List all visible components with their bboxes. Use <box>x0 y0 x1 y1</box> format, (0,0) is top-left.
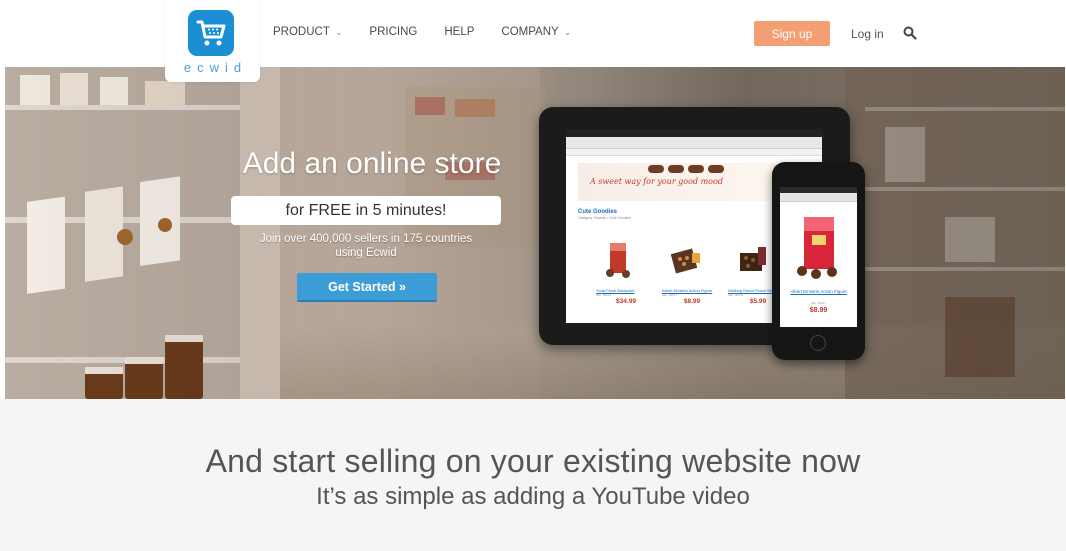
store-banner-text: A sweet way for your good mood <box>590 177 723 186</box>
section-title: And start selling on your existing websi… <box>205 443 861 479</box>
chocolate-image <box>648 165 664 173</box>
product-card[interactable]: Yoda Plush Backpack Sku: 00024 $34.99 <box>596 239 656 305</box>
section-subtitle: It’s as simple as adding a YouTube video <box>316 483 750 510</box>
phone-home-button <box>810 335 826 351</box>
product-price: $8.99 <box>683 298 701 305</box>
hero-banner: Add an online store for FREE in 5 minute… <box>5 67 1065 399</box>
login-link[interactable]: Log in <box>851 27 884 41</box>
hero-subtitle-line1: Join over 400,000 sellers in 175 countri… <box>259 233 473 245</box>
product-sku: Sku: 00024 <box>596 293 612 297</box>
hero-subtitle-line2: using Ecwid <box>335 247 397 259</box>
hero-title: Add an online store <box>242 147 502 180</box>
get-started-button[interactable]: Get Started » <box>297 273 437 302</box>
product-price: $34.99 <box>616 298 636 305</box>
store-background-image <box>5 67 1065 399</box>
nav-help[interactable]: HELP <box>444 26 474 38</box>
tablet-url-bar <box>566 137 822 149</box>
nav-product-label: PRODUCT <box>273 26 330 38</box>
chocolate-image <box>668 165 684 173</box>
phone-product-name: Albert Einstein Action Figure <box>790 289 847 294</box>
nav-pricing[interactable]: PRICING <box>369 26 417 38</box>
tablet-status-bar <box>566 129 822 137</box>
phone-url-bar <box>780 193 857 202</box>
search-icon[interactable] <box>903 26 917 40</box>
chocolate-image <box>688 165 704 173</box>
phone-mockup: Albert Einstein Action Figure Sku: 00017… <box>772 162 865 360</box>
nav-company[interactable]: COMPANY ⌄ <box>501 26 571 38</box>
product-image <box>670 248 700 274</box>
product-image <box>606 243 630 278</box>
nav-company-label: COMPANY <box>501 26 559 38</box>
cart-icon <box>188 10 234 56</box>
tablet-tab-strip <box>566 149 822 156</box>
hero-highlight-badge: for FREE in 5 minutes! <box>231 196 501 225</box>
product-image <box>740 247 766 271</box>
chevron-down-icon: ⌄ <box>334 26 343 37</box>
ecwid-logo[interactable]: ecwid <box>165 0 260 82</box>
phone-product-price: $8.99 <box>809 307 828 314</box>
phone-product-sku: Sku: 00017 <box>810 301 827 305</box>
nav-product[interactable]: PRODUCT ⌄ <box>273 26 342 38</box>
product-sku: Sku: 00017 <box>662 293 678 297</box>
category-breadcrumb: Category: Sweets > Cute Goodies <box>578 216 632 220</box>
category-title: Cute Goodies <box>578 209 618 215</box>
main-nav: PRODUCT ⌄ PRICING HELP COMPANY ⌄ <box>273 26 598 38</box>
phone-screen: Albert Einstein Action Figure Sku: 00017… <box>780 187 857 327</box>
phone-product-image <box>797 217 837 279</box>
nav-pricing-label: PRICING <box>369 26 418 38</box>
signup-button[interactable]: Sign up <box>754 21 830 46</box>
chevron-down-icon: ⌄ <box>563 26 572 37</box>
site-header: ecwid PRODUCT ⌄ PRICING HELP COMPANY ⌄ S… <box>0 0 1066 82</box>
hero-subtitle: Join over 400,000 sellers in 175 countri… <box>241 232 491 260</box>
nav-help-label: HELP <box>444 26 475 38</box>
logo-wordmark: ecwid <box>183 60 248 75</box>
chocolate-image <box>708 165 724 173</box>
promo-section: And start selling on your existing websi… <box>0 399 1066 551</box>
product-card[interactable]: Albert Einstein Action Figure Sku: 00017… <box>662 239 722 305</box>
